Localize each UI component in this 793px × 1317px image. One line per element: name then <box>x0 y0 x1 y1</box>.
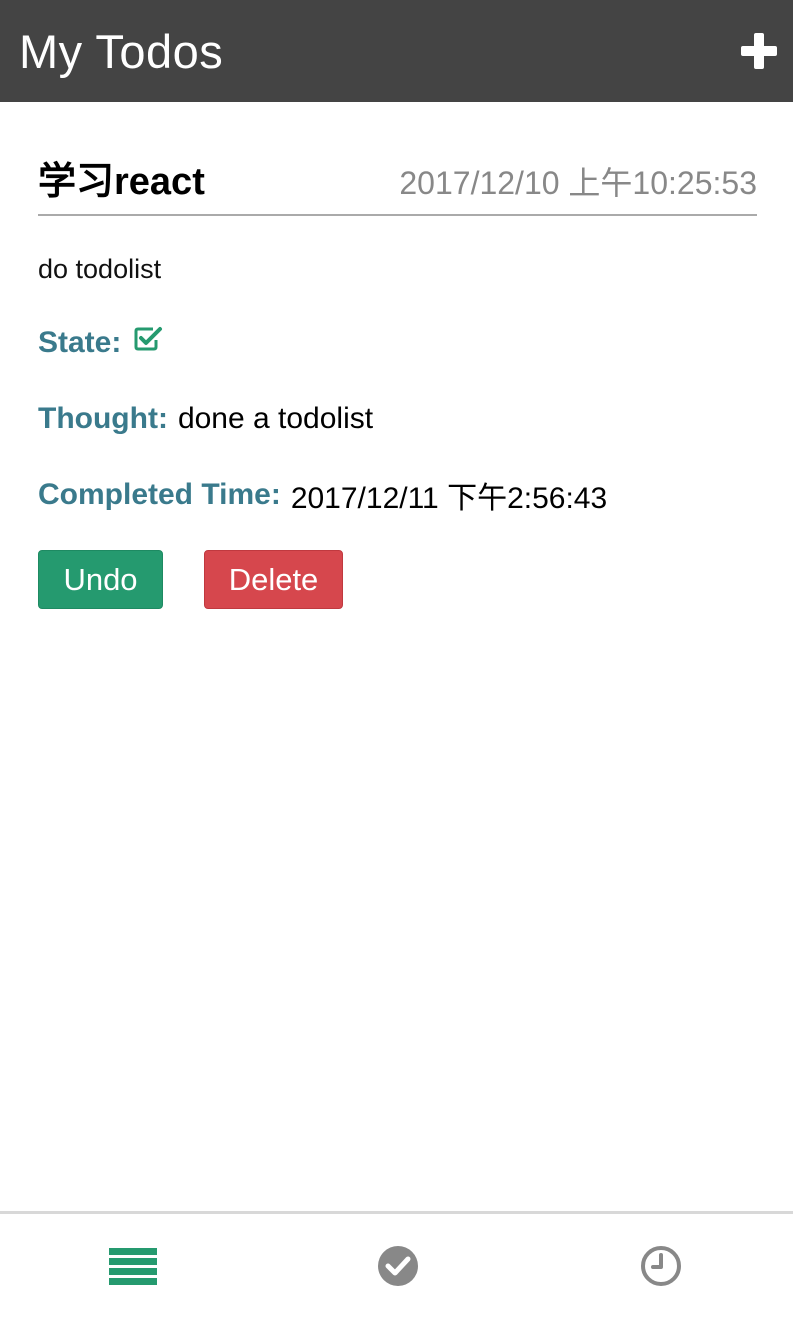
todo-detail: 学习react 2017/12/10 上午10:25:53 do todolis… <box>38 102 757 609</box>
checkbox-checked-icon <box>133 325 163 361</box>
tab-todo-list[interactable] <box>2 1214 266 1317</box>
state-row: State: <box>38 326 757 360</box>
state-label: State: <box>38 326 122 359</box>
list-icon <box>109 1247 157 1285</box>
completed-time-value: 2017/12/11 下午2:56:43 <box>290 482 608 515</box>
bottom-tab-bar <box>0 1211 793 1317</box>
undo-button[interactable]: Undo <box>38 550 163 609</box>
app-header: My Todos <box>0 0 793 102</box>
thought-label: Thought: <box>38 402 168 435</box>
thought-row: Thought: done a todolist <box>38 402 757 436</box>
todo-description: do todolist <box>38 254 162 284</box>
delete-button[interactable]: Delete <box>204 550 343 609</box>
clock-icon <box>641 1245 681 1286</box>
tab-completed[interactable] <box>266 1214 530 1317</box>
check-circle-icon <box>378 1245 418 1286</box>
add-todo-button[interactable] <box>739 31 779 71</box>
completed-time-row: Completed Time: 2017/12/11 下午2:56:43 <box>38 478 757 515</box>
completed-time-label: Completed Time: <box>38 478 281 511</box>
app-root: My Todos 学习react 2017/12/10 上午10:25:53 d… <box>0 0 793 1317</box>
action-buttons: Undo Delete <box>38 550 757 609</box>
plus-icon <box>741 33 777 69</box>
todo-title: 学习react <box>38 161 205 203</box>
page-title: My Todos <box>19 24 224 78</box>
todo-header: 学习react 2017/12/10 上午10:25:53 <box>38 102 757 216</box>
thought-value: done a todolist <box>177 402 374 435</box>
tab-history[interactable] <box>529 1214 793 1317</box>
todo-created-time: 2017/12/10 上午10:25:53 <box>399 165 757 201</box>
